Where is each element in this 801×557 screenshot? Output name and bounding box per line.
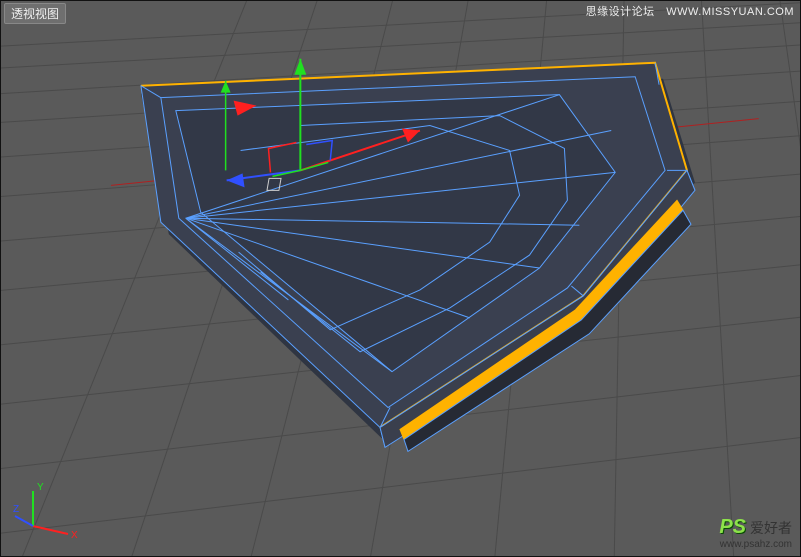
view-label-text: 透视视图 — [11, 7, 59, 21]
axis-x-label: X — [71, 530, 78, 541]
header-brand: 思缘设计论坛 — [586, 6, 655, 18]
scene-canvas — [1, 1, 800, 556]
axis-z-label: Z — [13, 504, 19, 515]
viewport-3d[interactable]: X Y Z 透视视图 思缘设计论坛 WWW.MISSYUAN.COM PS 爱好… — [1, 1, 800, 556]
header-watermark: 思缘设计论坛 WWW.MISSYUAN.COM — [586, 3, 794, 19]
axis-orientation-widget[interactable]: X Y Z — [13, 476, 83, 546]
header-site: WWW.MISSYUAN.COM — [666, 6, 794, 18]
watermark-logo: PS — [719, 516, 746, 539]
footer-watermark: PS 爱好者 www.psahz.com — [719, 516, 792, 550]
view-label[interactable]: 透视视图 — [4, 3, 66, 24]
watermark-name: 爱好者 — [750, 518, 792, 538]
watermark-url: www.psahz.com — [720, 539, 792, 550]
axis-y-label: Y — [37, 482, 44, 493]
